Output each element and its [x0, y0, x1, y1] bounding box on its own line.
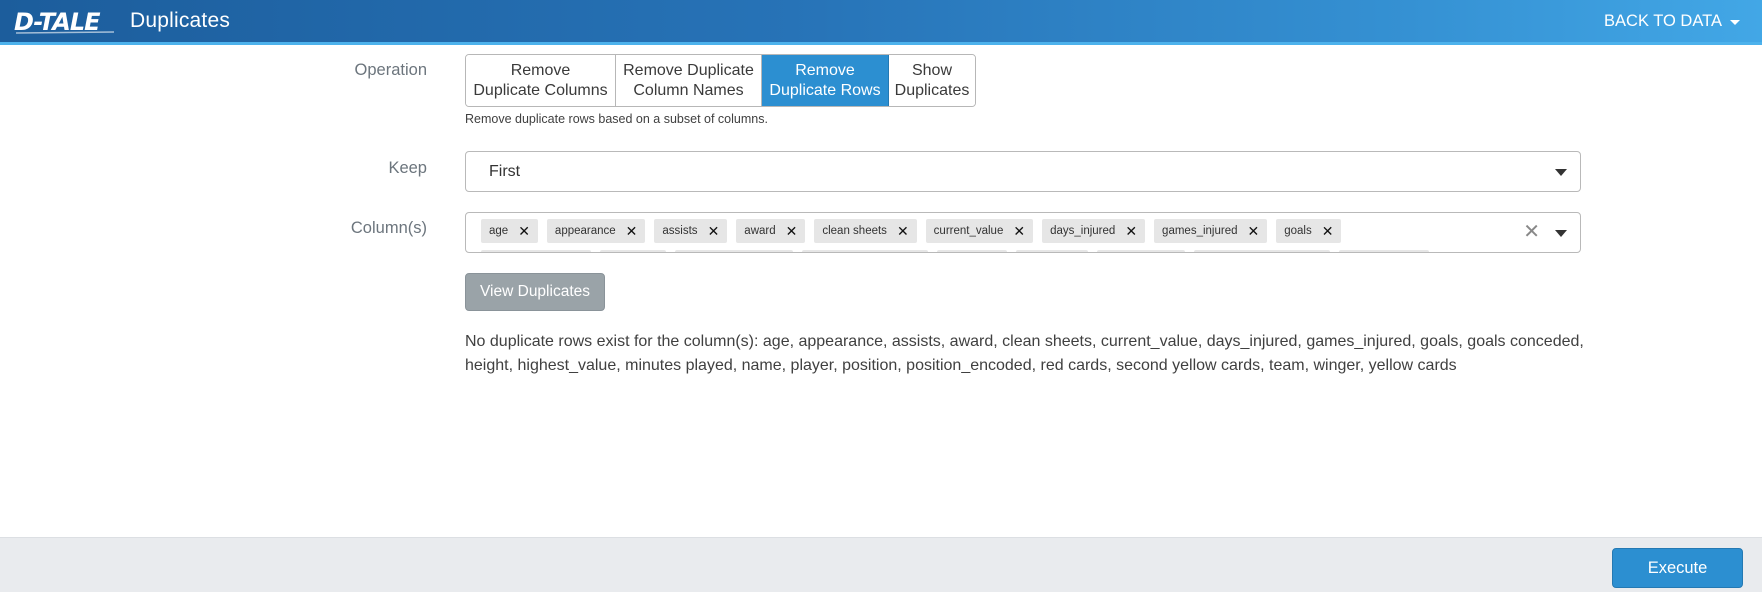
operation-button-group: Remove Duplicate Columns Remove Duplicat…	[465, 54, 976, 107]
popup-footer: Execute	[0, 537, 1762, 592]
column-chip-label: goals	[1284, 225, 1312, 237]
hidden-column-chip	[1016, 250, 1088, 252]
column-chip-label: games_injured	[1162, 225, 1238, 237]
dtale-logo: D-TALE	[14, 6, 118, 36]
column-chip: days_injured ✕	[1042, 219, 1146, 243]
column-chip: current_value ✕	[925, 219, 1034, 243]
popup-header: D-TALE Duplicates BACK TO DATA	[0, 0, 1762, 45]
column-chip: clean sheets ✕	[814, 219, 917, 243]
result-message: No duplicate rows exist for the column(s…	[465, 333, 1584, 374]
column-chip-label: age	[489, 225, 509, 237]
overflow-chip-row	[481, 250, 1429, 252]
operation-label: Operation	[354, 61, 427, 79]
column-chip-label: clean sheets	[822, 225, 887, 237]
column-chip-label: award	[744, 225, 776, 237]
remove-chip-icon[interactable]: ✕	[1125, 224, 1137, 238]
remove-chip-icon[interactable]: ✕	[1322, 224, 1334, 238]
hidden-column-chip	[937, 250, 1007, 252]
view-duplicates-button[interactable]: View Duplicates	[465, 273, 605, 311]
hidden-column-chip	[675, 250, 793, 252]
chevron-down-icon[interactable]	[1555, 230, 1567, 237]
remove-duplicate-column-names-button[interactable]: Remove Duplicate Column Names	[616, 55, 762, 106]
caret-down-icon	[1730, 19, 1740, 25]
chevron-down-icon[interactable]	[1555, 169, 1567, 176]
remove-chip-icon[interactable]: ✕	[626, 224, 638, 238]
column-chip: award ✕	[736, 219, 806, 243]
column-chip-label: current_value	[933, 225, 1004, 237]
keep-select[interactable]: First	[465, 151, 1581, 192]
hidden-column-chip	[1339, 250, 1429, 252]
column-chip: assists ✕	[654, 219, 728, 243]
remove-duplicate-rows-button[interactable]: Remove Duplicate Rows	[762, 55, 889, 106]
keep-selected-value: First	[489, 163, 521, 180]
hidden-column-chip	[1097, 250, 1185, 252]
remove-chip-icon[interactable]: ✕	[786, 224, 798, 238]
remove-chip-icon[interactable]: ✕	[518, 224, 530, 238]
columns-multiselect[interactable]: age ✕ appearance ✕ assists ✕ award ✕ clean s…	[465, 212, 1581, 253]
operation-description: Remove duplicate rows based on a subset …	[465, 112, 768, 126]
remove-chip-icon[interactable]: ✕	[897, 224, 909, 238]
hidden-column-chip	[802, 250, 928, 252]
column-chip: appearance ✕	[546, 219, 646, 243]
columns-label: Column(s)	[350, 219, 427, 237]
hidden-column-chip	[600, 250, 666, 252]
hidden-column-chip	[1194, 250, 1330, 252]
column-chip-label: appearance	[554, 225, 616, 237]
column-chip-label: assists	[662, 225, 698, 237]
execute-button[interactable]: Execute	[1612, 548, 1743, 588]
remove-chip-icon[interactable]: ✕	[708, 224, 720, 238]
show-duplicates-button[interactable]: Show Duplicates	[889, 55, 975, 106]
column-chip: goals ✕	[1276, 219, 1342, 243]
remove-duplicate-columns-button[interactable]: Remove Duplicate Columns	[466, 55, 616, 106]
hidden-column-chip	[481, 250, 591, 252]
selected-columns-list: age ✕ appearance ✕ assists ✕ award ✕ clean s…	[481, 219, 1342, 243]
keep-label: Keep	[388, 159, 427, 177]
clear-selection-icon[interactable]: ✕	[1523, 222, 1540, 242]
back-to-data-button[interactable]: BACK TO DATA	[1604, 0, 1740, 42]
column-chip: games_injured ✕	[1154, 219, 1268, 243]
back-to-data-label: BACK TO DATA	[1604, 11, 1722, 30]
remove-chip-icon[interactable]: ✕	[1013, 224, 1025, 238]
column-chip-label: days_injured	[1050, 225, 1116, 237]
remove-chip-icon[interactable]: ✕	[1247, 224, 1259, 238]
duplicates-popup: D-TALE Duplicates BACK TO DATA Operation…	[0, 0, 1762, 592]
column-chip: age ✕	[481, 219, 538, 243]
popup-title: Duplicates	[130, 9, 231, 32]
